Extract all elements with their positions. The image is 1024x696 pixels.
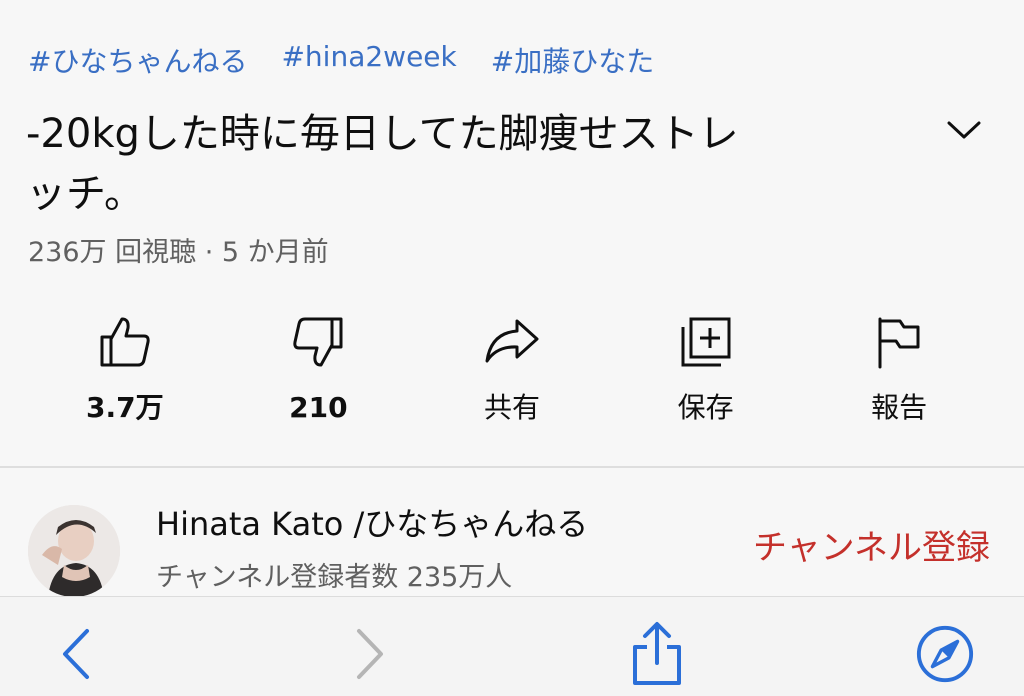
save-label: 保存 [677, 391, 734, 424]
hashtag-list: #ひなちゃんねる #hina2week #加藤ひなた [28, 40, 654, 80]
avatar-photo [28, 505, 120, 597]
video-title[interactable]: -20kgした時に毎日してた脚痩せストレ ッチ。 [26, 104, 906, 224]
thumbs-up-icon [100, 317, 150, 367]
hashtag-link[interactable]: #hina2week [281, 40, 456, 80]
hashtag-link[interactable]: #ひなちゃんねる [28, 40, 247, 80]
video-title-line: -20kgした時に毎日してた脚痩せストレ [26, 111, 739, 157]
share-button[interactable]: 共有 [415, 312, 609, 432]
video-title-line: ッチ。 [26, 171, 144, 217]
view-count-and-date: 236万 回視聴 · 5 か月前 [28, 237, 329, 268]
back-button[interactable] [46, 621, 106, 687]
channel-name[interactable]: Hinata Kato /ひなちゃんねる [156, 502, 588, 546]
divider [0, 466, 1024, 468]
like-count: 3.7万 [85, 391, 164, 424]
add-to-playlist-icon [681, 317, 731, 367]
safari-compass-button[interactable] [915, 621, 975, 687]
subscribe-button[interactable]: チャンネル登録 [753, 524, 990, 572]
save-button[interactable]: 保存 [609, 312, 803, 432]
thumbs-down-icon [293, 317, 343, 367]
report-button[interactable]: 報告 [802, 312, 996, 432]
share-label: 共有 [483, 391, 540, 424]
share-arrow-icon [485, 319, 539, 363]
dislike-button[interactable]: 210 [222, 312, 416, 432]
expand-description-button[interactable] [938, 108, 990, 152]
chevron-right-icon [357, 629, 383, 679]
chevron-left-icon [63, 629, 89, 679]
dislike-count: 210 [289, 391, 348, 424]
safari-bottom-toolbar [0, 596, 1024, 696]
share-sheet-button[interactable] [627, 621, 687, 687]
hashtag-link[interactable]: #加藤ひなた [491, 40, 654, 80]
share-sheet-icon [633, 622, 681, 685]
subscriber-count: チャンネル登録者数 235万人 [156, 562, 513, 593]
channel-avatar[interactable] [28, 505, 120, 597]
action-bar: 3.7万 210 共有 保存 報告 [28, 312, 996, 432]
forward-button[interactable] [340, 621, 400, 687]
like-button[interactable]: 3.7万 [28, 312, 222, 432]
report-label: 報告 [871, 391, 928, 424]
youtube-watch-page: #ひなちゃんねる #hina2week #加藤ひなた -20kgした時に毎日して… [0, 0, 1024, 696]
compass-icon [916, 625, 974, 683]
chevron-down-icon [947, 121, 981, 139]
flag-icon [878, 317, 920, 369]
